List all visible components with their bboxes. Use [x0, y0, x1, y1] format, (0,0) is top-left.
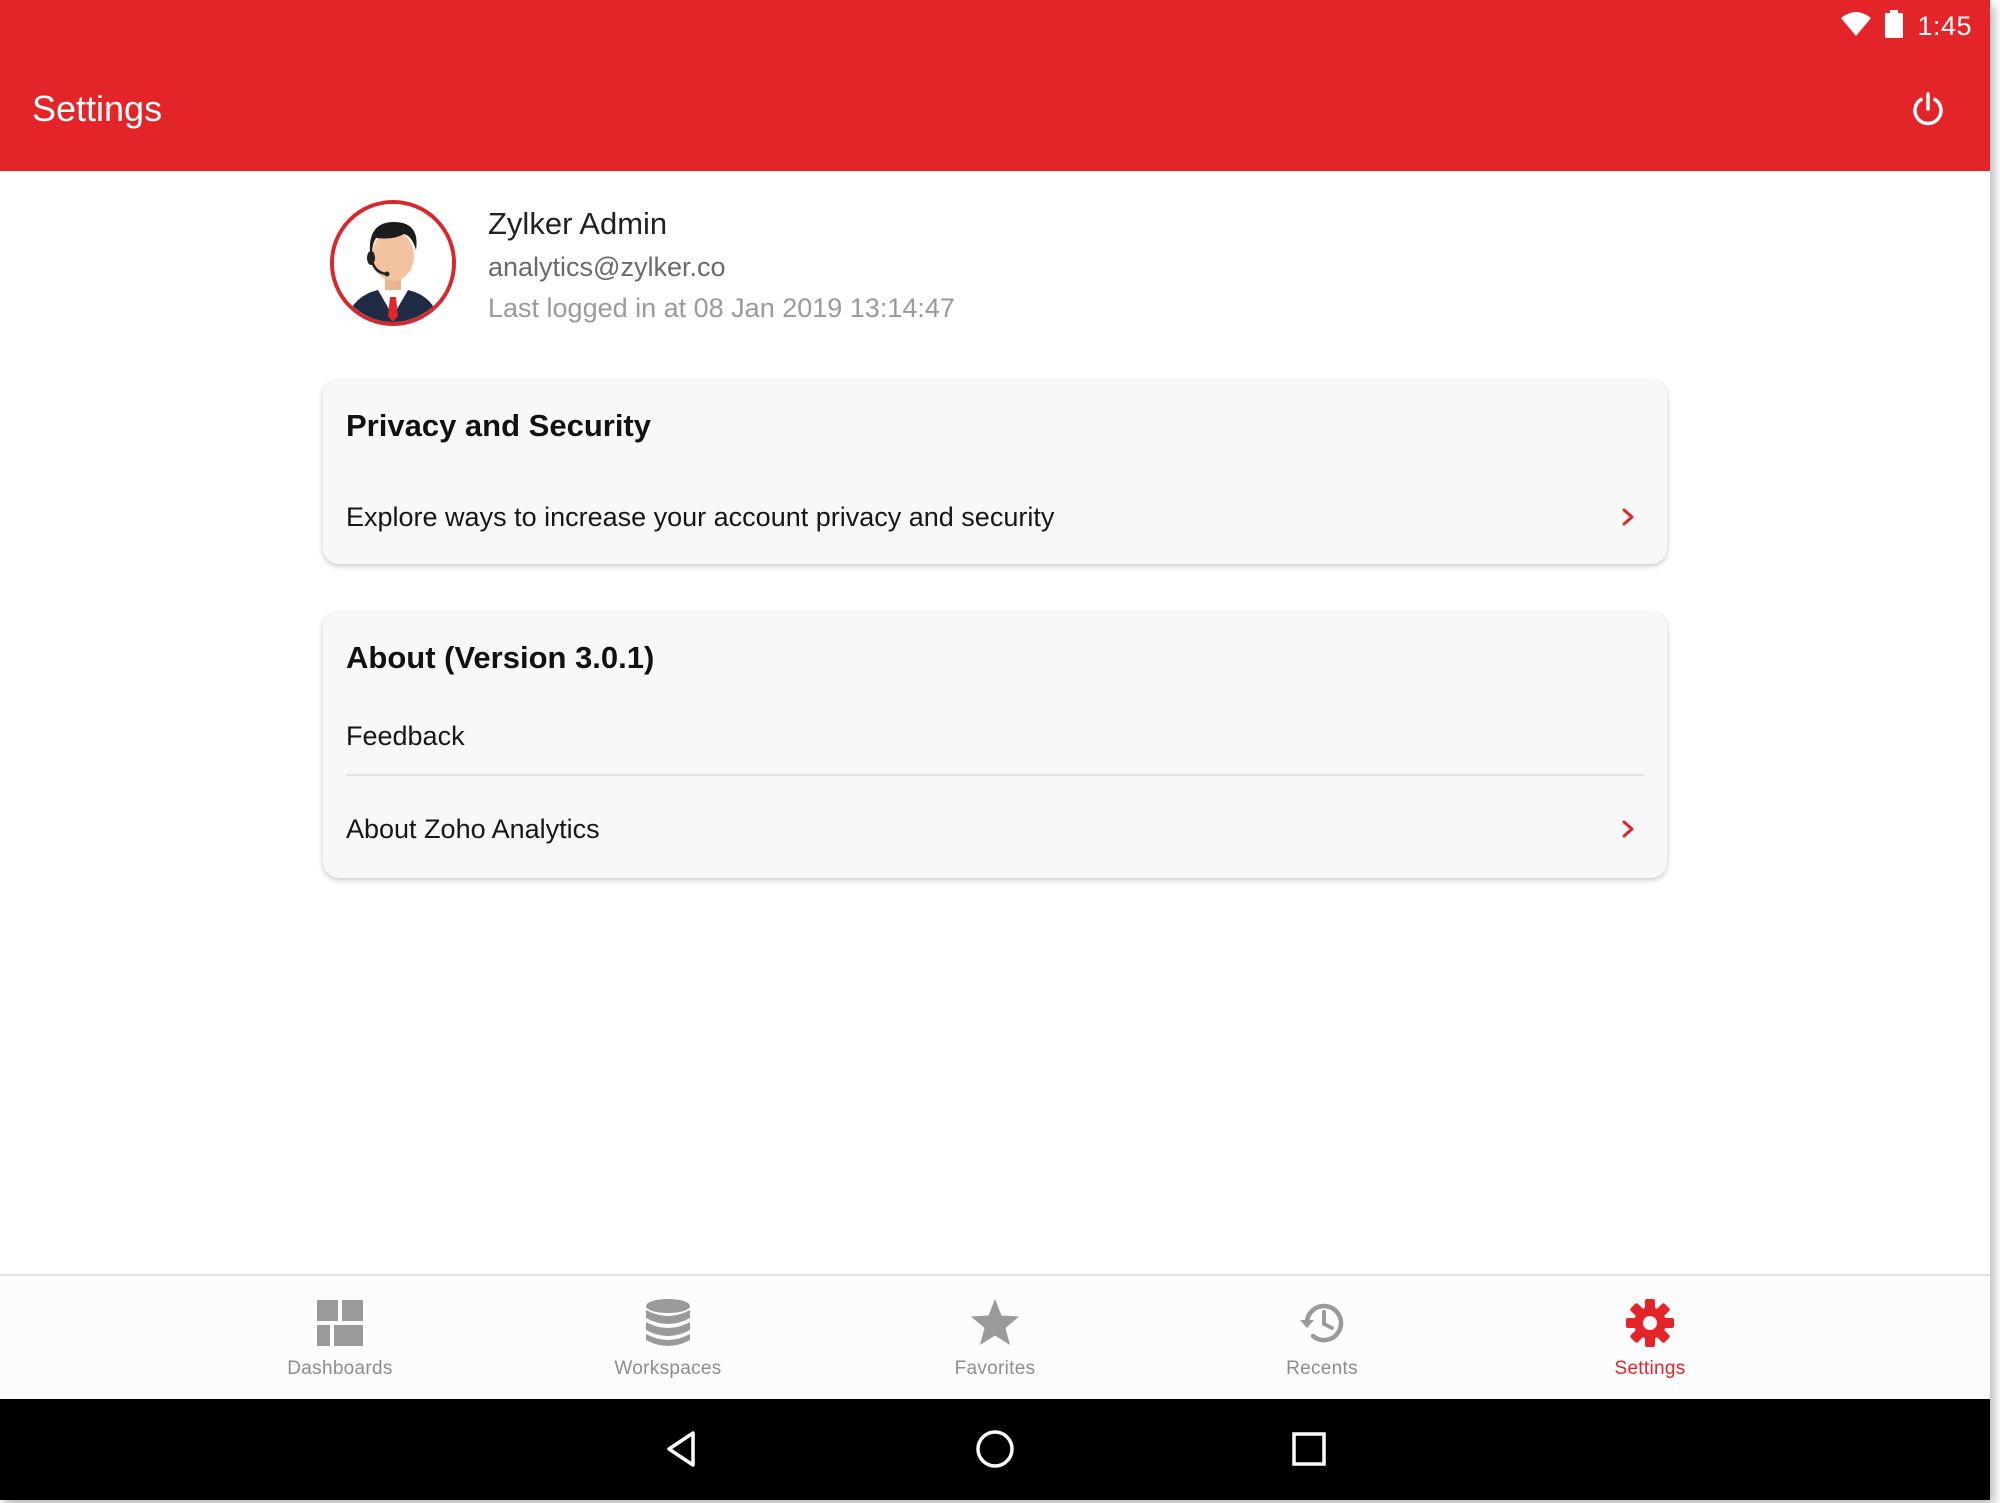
status-bar: 1:45: [1841, 6, 1972, 46]
app-window: 1:45 Settings Zylker Admin analytics@zyl…: [0, 0, 1990, 1500]
back-icon: [667, 1431, 695, 1467]
nav-favorites-label: Favorites: [954, 1358, 1036, 1379]
dashboards-icon: [317, 1300, 363, 1346]
sign-out-button[interactable]: [1906, 88, 1950, 132]
bottom-navigation: Dashboards Workspaces Favorites Recents …: [0, 1274, 1990, 1399]
profile-section: Zylker Admin analytics@zylker.co Last lo…: [328, 200, 1128, 330]
privacy-card-title: Privacy and Security: [346, 408, 651, 443]
chevron-right-icon: [1622, 820, 1634, 838]
recents-square-icon: [1292, 1432, 1326, 1466]
nav-workspaces[interactable]: Workspaces: [568, 1276, 768, 1399]
divider: [346, 774, 1644, 776]
feedback-label: Feedback: [346, 720, 465, 751]
history-icon: [1300, 1303, 1344, 1343]
about-zoho-analytics-label: About Zoho Analytics: [346, 813, 600, 844]
system-navigation-bar: [0, 1399, 1990, 1500]
chevron-right-icon: [1622, 508, 1634, 526]
system-back-button[interactable]: [651, 1419, 711, 1479]
nav-dashboards[interactable]: Dashboards: [240, 1276, 440, 1399]
nav-settings-label: Settings: [1614, 1358, 1686, 1379]
app-header: 1:45 Settings: [0, 0, 1990, 171]
profile-email: analytics@zylker.co: [488, 252, 726, 282]
nav-recents[interactable]: Recents: [1222, 1276, 1422, 1399]
privacy-explore-row[interactable]: Explore ways to increase your account pr…: [346, 487, 1644, 547]
star-icon: [971, 1299, 1019, 1345]
nav-settings[interactable]: Settings: [1550, 1276, 1750, 1399]
status-time: 1:45: [1917, 10, 1972, 41]
about-zoho-analytics-row[interactable]: About Zoho Analytics: [346, 799, 1644, 859]
system-home-button[interactable]: [965, 1419, 1025, 1479]
nav-dashboards-label: Dashboards: [287, 1358, 393, 1379]
system-overview-button[interactable]: [1279, 1419, 1339, 1479]
feedback-row[interactable]: Feedback: [346, 706, 1644, 766]
workspaces-icon: [646, 1299, 690, 1346]
about-card: About (Version 3.0.1) Feedback About Zoh…: [323, 612, 1667, 878]
nav-favorites[interactable]: Favorites: [895, 1276, 1095, 1399]
gear-icon: [1626, 1299, 1674, 1347]
page-title: Settings: [32, 88, 163, 129]
privacy-row-label: Explore ways to increase your account pr…: [346, 501, 1055, 532]
last-login-text: Last logged in at 08 Jan 2019 13:14:47: [488, 293, 955, 323]
avatar: [330, 200, 456, 326]
profile-name: Zylker Admin: [488, 206, 668, 241]
home-icon: [976, 1430, 1014, 1468]
nav-workspaces-label: Workspaces: [614, 1358, 722, 1379]
battery-icon: [1885, 9, 1904, 43]
power-icon: [1913, 92, 1943, 126]
wifi-icon: [1841, 11, 1872, 42]
nav-recents-label: Recents: [1286, 1358, 1358, 1379]
privacy-security-card: Privacy and Security Explore ways to inc…: [323, 380, 1667, 564]
about-card-title: About (Version 3.0.1): [346, 640, 655, 675]
